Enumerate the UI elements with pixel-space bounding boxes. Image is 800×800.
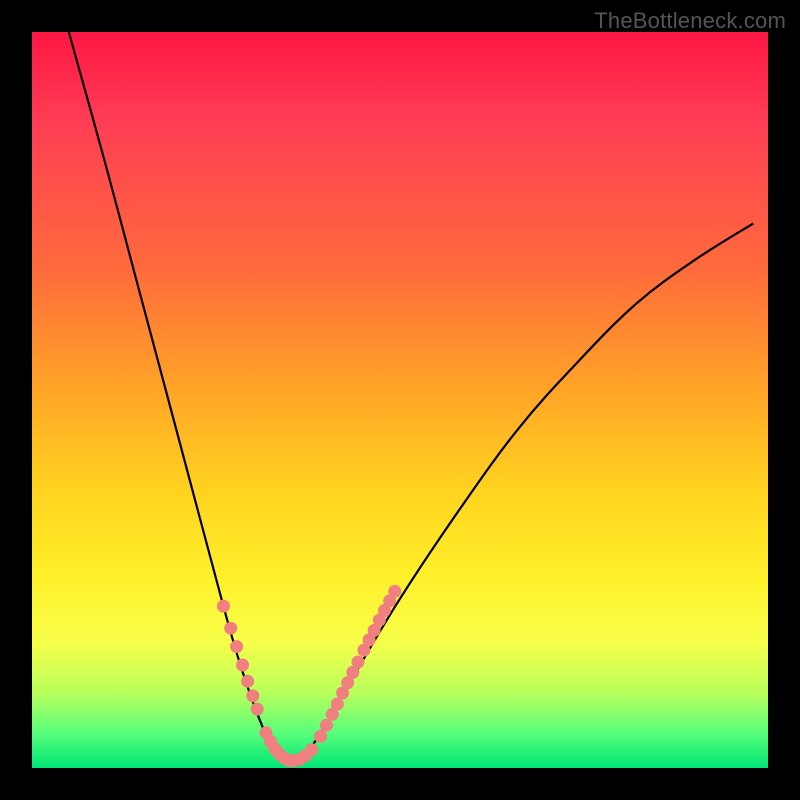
data-point [288,754,301,767]
data-point [230,640,243,653]
data-point [293,753,306,766]
data-point [326,708,339,721]
data-point [299,749,312,762]
data-point [357,644,370,657]
data-point [341,676,354,689]
data-point [352,656,365,669]
data-point [314,730,327,743]
data-point [246,689,259,702]
data-point [268,742,281,755]
data-point [277,751,290,764]
data-point [251,703,264,716]
plot-area [32,32,768,768]
data-point [383,594,396,607]
data-point [388,585,401,598]
data-point [363,633,376,646]
data-point [260,726,273,739]
data-point [282,754,295,767]
bottleneck-curve [69,32,754,762]
data-point [241,675,254,688]
data-point [373,614,386,627]
data-point [273,748,286,761]
chart-svg [32,32,768,768]
chart-container: TheBottleneck.com [0,0,800,800]
data-point [336,686,349,699]
data-point [217,600,230,613]
watermark-text: TheBottleneck.com [594,8,786,34]
data-point [224,622,237,635]
data-point [378,604,391,617]
data-point [346,666,359,679]
data-point [368,624,381,637]
data-point [236,659,249,672]
data-point [305,743,318,756]
data-point [264,735,277,748]
data-point [331,698,344,711]
data-point [320,719,333,732]
highlight-dots [217,585,401,767]
